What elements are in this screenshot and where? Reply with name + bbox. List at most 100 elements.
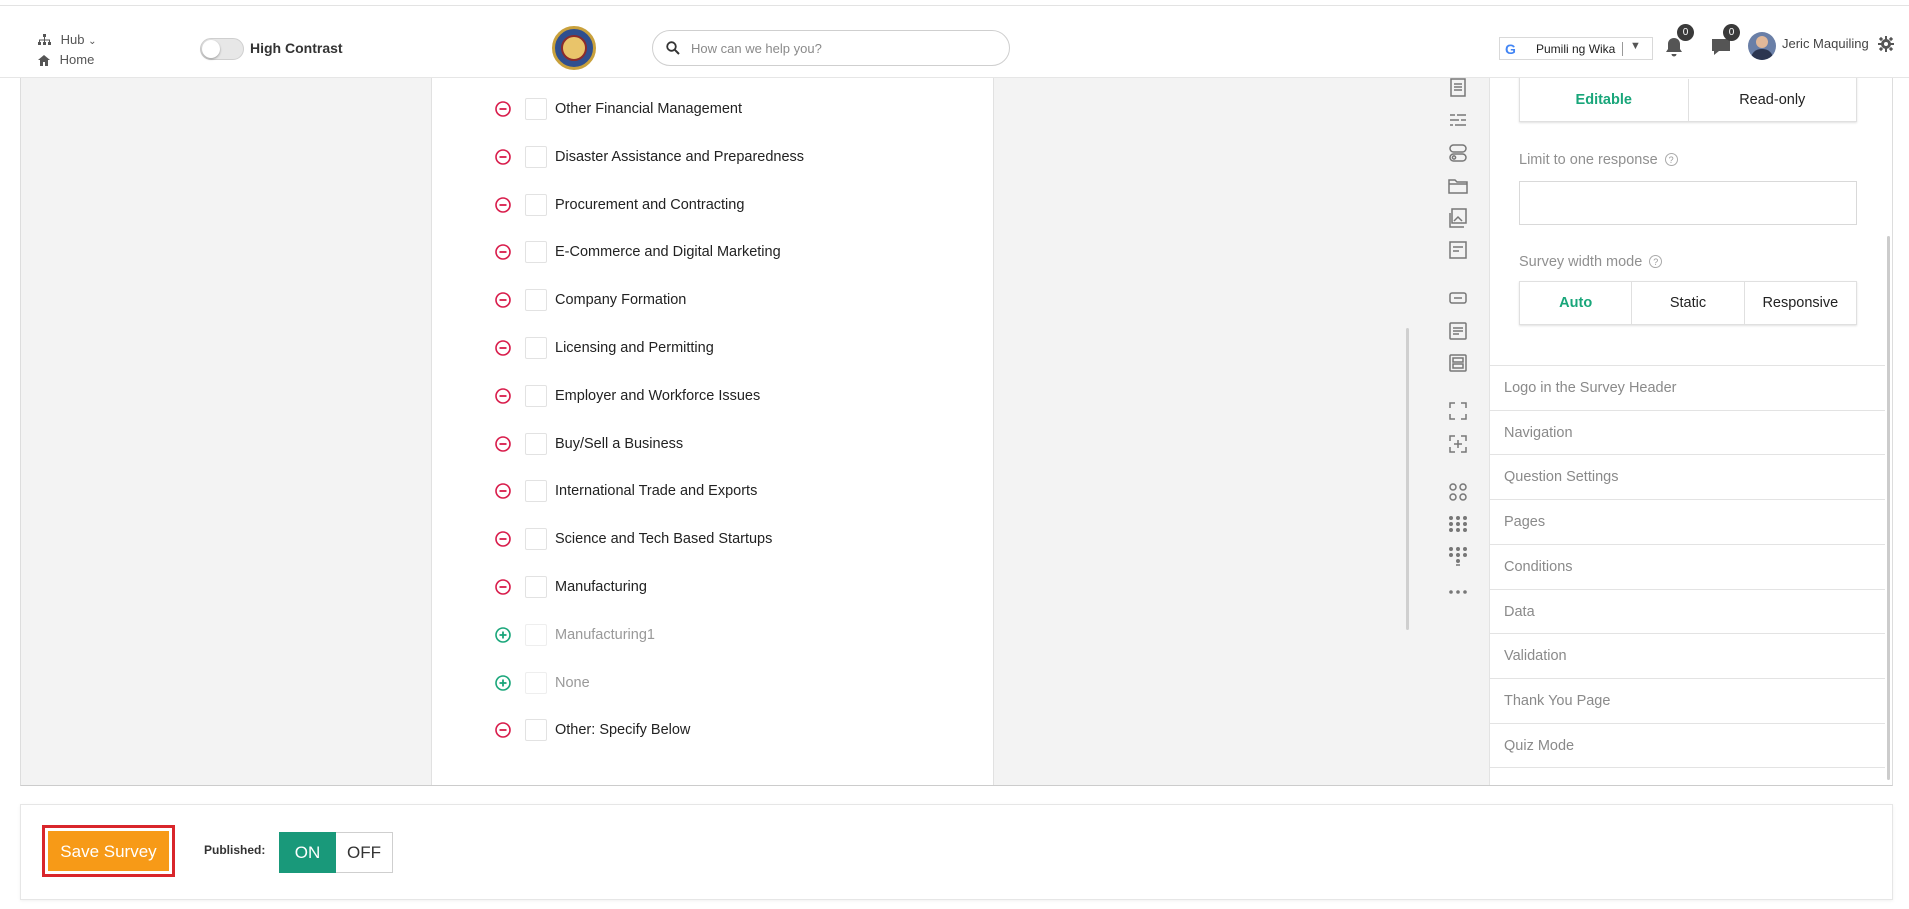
choice-label[interactable]: Employer and Workforce Issues bbox=[555, 388, 760, 404]
choice-label[interactable]: Company Formation bbox=[555, 292, 686, 308]
save-survey-button[interactable]: Save Survey bbox=[48, 831, 169, 871]
remove-choice-icon[interactable] bbox=[494, 243, 512, 261]
remove-choice-icon[interactable] bbox=[494, 148, 512, 166]
property-section-item[interactable]: Pages bbox=[1490, 499, 1885, 544]
user-name[interactable]: Jeric Maquiling bbox=[1782, 36, 1869, 51]
property-section-item[interactable]: Question Settings bbox=[1490, 454, 1885, 499]
choice-checkbox[interactable] bbox=[525, 241, 547, 264]
toolbox-single-input-icon[interactable] bbox=[1446, 286, 1470, 310]
choice-label[interactable]: Other: Specify Below bbox=[555, 722, 690, 738]
choice-label[interactable]: Procurement and Contracting bbox=[555, 197, 744, 213]
toolbox-more-icon[interactable] bbox=[1446, 580, 1470, 604]
choice-checkbox[interactable] bbox=[525, 528, 547, 551]
property-section-item[interactable]: Logo in the Survey Header bbox=[1490, 365, 1885, 410]
choice-label[interactable]: Manufacturing bbox=[555, 579, 647, 595]
width-mode-auto[interactable]: Auto bbox=[1520, 282, 1633, 324]
help-icon[interactable]: ? bbox=[1649, 255, 1663, 268]
toolbox-dynamic-matrix-icon[interactable] bbox=[1446, 544, 1470, 568]
high-contrast-label: High Contrast bbox=[250, 40, 343, 56]
limit-one-response-field[interactable] bbox=[1519, 181, 1857, 225]
remove-choice-icon[interactable] bbox=[494, 482, 512, 500]
add-choice-icon[interactable] bbox=[494, 626, 512, 644]
property-section-item[interactable]: Quiz Mode bbox=[1490, 722, 1885, 768]
choice-label[interactable]: Science and Tech Based Startups bbox=[555, 531, 772, 547]
property-section-item[interactable]: Conditions bbox=[1490, 543, 1885, 589]
choice-checkbox[interactable] bbox=[525, 576, 547, 598]
toolbox-dropdown-matrix-icon[interactable] bbox=[1446, 512, 1470, 536]
mode-option-read-only[interactable]: Read-only bbox=[1689, 79, 1857, 121]
choice-label[interactable]: Other Financial Management bbox=[555, 101, 742, 117]
toolbox-add-panel-icon[interactable] bbox=[1446, 432, 1470, 456]
property-section-item[interactable]: Navigation bbox=[1490, 409, 1885, 455]
hub-menu[interactable]: Hub ⌄ bbox=[38, 32, 97, 47]
choice-checkbox[interactable] bbox=[525, 432, 547, 455]
home-label: Home bbox=[59, 52, 95, 67]
remove-choice-icon[interactable] bbox=[494, 196, 512, 214]
remove-choice-icon[interactable] bbox=[494, 530, 512, 548]
remove-choice-icon[interactable] bbox=[494, 721, 512, 739]
toolbox-multiple-text-icon[interactable] bbox=[1446, 351, 1470, 375]
choice-checkbox[interactable] bbox=[525, 671, 547, 694]
mode-option-editable[interactable]: Editable bbox=[1520, 79, 1689, 121]
notifications-count-badge: 0 bbox=[1677, 24, 1694, 41]
settings-button[interactable] bbox=[1878, 36, 1894, 57]
choice-checkbox[interactable] bbox=[525, 480, 547, 503]
home-link[interactable]: Home bbox=[38, 52, 94, 67]
property-section-item[interactable]: Validation bbox=[1490, 633, 1885, 678]
remove-choice-icon[interactable] bbox=[494, 578, 512, 596]
choice-label[interactable]: E-Commerce and Digital Marketing bbox=[555, 244, 781, 260]
language-selector[interactable]: G Pumili ng Wika ▼ bbox=[1499, 37, 1653, 60]
remove-choice-icon[interactable] bbox=[494, 100, 512, 118]
remove-choice-icon[interactable] bbox=[494, 291, 512, 309]
choice-checkbox[interactable] bbox=[525, 337, 547, 359]
toolbox-panel-icon[interactable] bbox=[1446, 238, 1470, 262]
add-choice-icon[interactable] bbox=[494, 674, 512, 692]
choice-checkbox[interactable] bbox=[525, 145, 547, 168]
search-box[interactable] bbox=[652, 30, 1010, 66]
toolbox-image-picker-icon[interactable] bbox=[1446, 206, 1470, 230]
choice-label[interactable]: International Trade and Exports bbox=[555, 483, 757, 499]
organization-seal-logo[interactable] bbox=[552, 26, 596, 70]
hub-label: Hub bbox=[60, 32, 85, 47]
messages-count-badge: 0 bbox=[1723, 24, 1740, 41]
choice-label[interactable]: Licensing and Permitting bbox=[555, 340, 714, 356]
choice-item: Company Formation bbox=[494, 289, 934, 312]
toolbox-text-block-icon[interactable] bbox=[1446, 78, 1470, 100]
published-off-button[interactable]: OFF bbox=[336, 832, 393, 873]
messages-button[interactable]: 0 bbox=[1710, 24, 1740, 63]
toolbox-ranking-icon[interactable] bbox=[1446, 108, 1470, 132]
remove-choice-icon[interactable] bbox=[494, 339, 512, 357]
toolbox-file-folder-icon[interactable] bbox=[1446, 174, 1470, 198]
width-mode-static[interactable]: Static bbox=[1632, 282, 1745, 324]
choice-label[interactable]: Disaster Assistance and Preparedness bbox=[555, 149, 804, 165]
choice-label[interactable]: None bbox=[555, 675, 590, 691]
toolbox-matrix-icon[interactable] bbox=[1446, 480, 1470, 504]
remove-choice-icon[interactable] bbox=[494, 435, 512, 453]
search-input[interactable] bbox=[689, 37, 989, 59]
toolbox-comment-icon[interactable] bbox=[1446, 319, 1470, 343]
remove-choice-icon[interactable] bbox=[494, 387, 512, 405]
canvas-scrollbar[interactable] bbox=[1406, 328, 1409, 630]
mode-segmented-control: Editable Read-only bbox=[1519, 78, 1857, 122]
choice-checkbox[interactable] bbox=[525, 384, 547, 407]
avatar[interactable] bbox=[1748, 32, 1776, 60]
high-contrast-toggle[interactable] bbox=[200, 38, 244, 60]
properties-scrollbar[interactable] bbox=[1887, 236, 1890, 780]
limit-one-response-label: Limit to one response? bbox=[1519, 152, 1678, 168]
choice-checkbox[interactable] bbox=[525, 623, 547, 646]
choice-checkbox[interactable] bbox=[525, 719, 547, 742]
toolbox-boolean-icon[interactable] bbox=[1446, 141, 1470, 165]
property-section-item[interactable]: Data bbox=[1490, 588, 1885, 634]
choice-label[interactable]: Manufacturing1 bbox=[555, 627, 655, 643]
choice-checkbox[interactable] bbox=[525, 98, 547, 120]
notifications-button[interactable]: 0 bbox=[1664, 24, 1694, 63]
width-mode-responsive[interactable]: Responsive bbox=[1745, 282, 1856, 324]
property-section-item[interactable]: Thank You Page bbox=[1490, 677, 1885, 723]
choice-checkbox[interactable] bbox=[525, 193, 547, 216]
published-on-button[interactable]: ON bbox=[279, 832, 336, 873]
toolbox-expand-icon[interactable] bbox=[1446, 399, 1470, 423]
choice-checkbox[interactable] bbox=[525, 289, 547, 312]
choice-item: E-Commerce and Digital Marketing bbox=[494, 241, 934, 264]
help-icon[interactable]: ? bbox=[1664, 153, 1678, 166]
choice-label[interactable]: Buy/Sell a Business bbox=[555, 436, 683, 452]
